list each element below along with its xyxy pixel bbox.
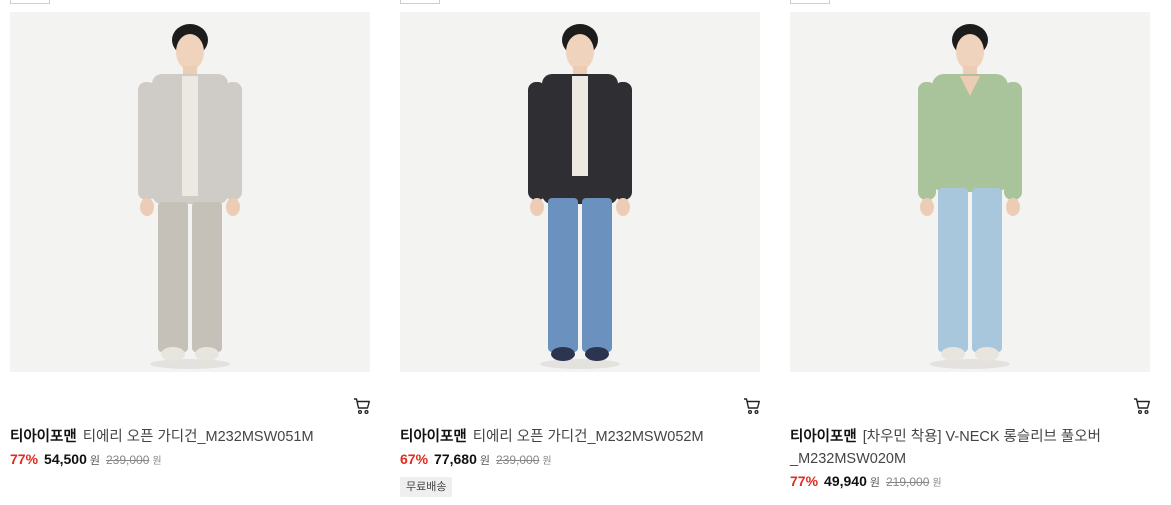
product-brand: 티아이포맨 [10, 429, 77, 445]
original-price-unit: 원 [932, 478, 942, 489]
product-name: 티에리 오픈 가디건_M232MSW051M [82, 429, 314, 445]
product-image[interactable] [10, 12, 370, 372]
price-row: 77% 54,500 원 239,000 원 [10, 450, 162, 471]
discount-rate: 77% [10, 451, 39, 467]
add-to-cart-button[interactable] [1132, 396, 1152, 416]
price-unit: 원 [869, 477, 880, 489]
product-brand: 티아이포맨 [790, 429, 857, 445]
price-row: 77% 49,940 원 219,000 원 [790, 472, 942, 493]
original-price-unit: 원 [152, 456, 162, 467]
sale-price: 54,500 [44, 451, 87, 467]
original-price: 239,000 [105, 453, 150, 467]
product-image[interactable] [790, 12, 1150, 372]
sale-price: 49,940 [824, 473, 867, 489]
model-figure [10, 12, 370, 372]
product-title[interactable]: 티아이포맨 티에리 오픈 가디건_M232MSW051M [10, 426, 355, 448]
product-title[interactable]: 티아이포맨 [차우민 착용] V-NECK 롱슬리브 풀오버_M232MSW020… [790, 426, 1135, 470]
add-to-cart-button[interactable] [352, 396, 372, 416]
add-to-cart-button[interactable] [742, 396, 762, 416]
product-brand: 티아이포맨 [400, 429, 467, 445]
cart-icon [744, 398, 760, 415]
product-image[interactable] [400, 12, 760, 372]
price-unit: 원 [479, 455, 490, 467]
price-unit: 원 [89, 455, 100, 467]
free-shipping-badge: 무료배송 [400, 477, 453, 497]
original-price-unit: 원 [542, 456, 552, 467]
cart-icon [354, 398, 370, 415]
product-title[interactable]: 티아이포맨 티에리 오픈 가디건_M232MSW052M [400, 426, 745, 448]
product-card[interactable]: 티아이포맨 티에리 오픈 가디건_M232MSW052M 67% 77,680 원 23… [400, 0, 762, 505]
sale-price: 77,680 [434, 451, 477, 467]
model-figure [400, 12, 760, 372]
discount-rate: 67% [400, 451, 429, 467]
discount-rate: 77% [790, 473, 819, 489]
product-name: 티에리 오픈 가디건_M232MSW052M [472, 429, 704, 445]
product-card[interactable]: 티아이포맨 티에리 오픈 가디건_M232MSW051M 77% 54,500 원 23… [10, 0, 372, 505]
cart-icon [1134, 398, 1150, 415]
original-price: 239,000 [495, 453, 540, 467]
model-figure [790, 12, 1150, 372]
original-price: 219,000 [885, 475, 930, 489]
product-card[interactable]: 티아이포맨 [차우민 착용] V-NECK 롱슬리브 풀오버_M232MSW020… [790, 0, 1152, 505]
price-row: 67% 77,680 원 239,000 원 [400, 450, 552, 471]
